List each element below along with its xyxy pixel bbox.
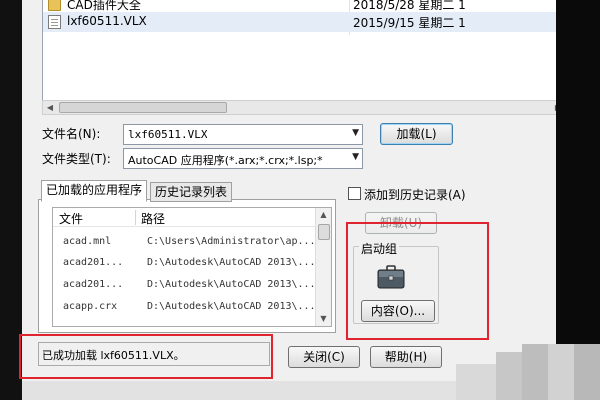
app-file: acad201... — [63, 279, 124, 290]
file-list[interactable]: CAD插件大全 2018/5/28 星期二 1 lxf60511.VLX 201… — [42, 0, 566, 102]
filename-value: lxf60511.VLX — [128, 128, 208, 141]
pixelated-watermark — [456, 364, 496, 400]
file-icon — [48, 15, 61, 29]
list-item[interactable]: acad201... D:\Autodesk\AutoCAD 2013\... — [53, 275, 316, 295]
close-button[interactable]: 关闭(C) — [288, 346, 360, 368]
vertical-scrollbar[interactable]: ▲ ▼ — [315, 208, 331, 326]
pixelated-watermark — [574, 344, 600, 400]
app-path: D:\Autodesk\AutoCAD 2013\... — [147, 301, 316, 312]
horizontal-scrollbar[interactable]: ◀ ▶ — [42, 100, 566, 115]
filetype-combobox[interactable]: AutoCAD 应用程序(*.arx;*.crx;*.lsp;* ▼ — [123, 148, 363, 169]
dropdown-arrow-icon[interactable]: ▼ — [352, 152, 359, 162]
file-row-selected[interactable]: lxf60511.VLX 2015/9/15 星期二 1 — [43, 12, 565, 32]
scrollbar-thumb[interactable] — [318, 224, 330, 240]
filename-combobox[interactable]: lxf60511.VLX ▼ — [123, 124, 363, 145]
scrollbar-thumb[interactable] — [59, 102, 227, 113]
list-header: 文件 路径 — [53, 208, 315, 227]
app-path: D:\Autodesk\AutoCAD 2013\... — [147, 279, 316, 290]
app-file: acad201... — [63, 257, 124, 268]
loaded-applications-list[interactable]: 文件 路径 acad.mnl C:\Users\Administrator\ap… — [52, 207, 332, 327]
tab-history-list[interactable]: 历史记录列表 — [150, 182, 233, 202]
pixelated-watermark — [548, 344, 574, 400]
app-path: C:\Users\Administrator\ap... — [147, 236, 316, 247]
add-to-history-label[interactable]: 添加到历史记录(A) — [364, 186, 466, 203]
filetype-value: AutoCAD 应用程序(*.arx;*.crx;*.lsp;* — [128, 154, 323, 167]
column-header-path[interactable]: 路径 — [141, 210, 165, 227]
help-button[interactable]: 帮助(H) — [370, 346, 442, 368]
list-item[interactable]: acapp.crx D:\Autodesk\AutoCAD 2013\... — [53, 297, 316, 317]
filename-label: 文件名(N): — [42, 127, 101, 141]
folder-icon — [48, 0, 61, 11]
column-divider — [135, 210, 136, 225]
app-file: acad.mnl — [63, 236, 112, 247]
pixelated-watermark — [496, 352, 522, 400]
add-to-history-checkbox[interactable] — [348, 187, 361, 200]
file-date: 2015/9/15 星期二 1 — [353, 16, 466, 30]
scroll-down-icon[interactable]: ▼ — [316, 312, 331, 326]
filetype-label: 文件类型(T): — [42, 152, 111, 166]
file-name: lxf60511.VLX — [67, 14, 147, 28]
app-path: D:\Autodesk\AutoCAD 2013\... — [147, 257, 316, 268]
tab-loaded-applications[interactable]: 已加载的应用程序 — [41, 180, 148, 202]
background-edge — [556, 0, 600, 400]
dropdown-arrow-icon[interactable]: ▼ — [352, 128, 359, 138]
column-header-file[interactable]: 文件 — [59, 210, 83, 227]
list-item[interactable]: acad.mnl C:\Users\Administrator\ap... — [53, 232, 316, 252]
scroll-left-icon[interactable]: ◀ — [43, 101, 57, 114]
app-file: acapp.crx — [63, 301, 118, 312]
list-item[interactable]: acad201... D:\Autodesk\AutoCAD 2013\... — [53, 253, 316, 273]
highlight-box-startup — [346, 222, 489, 340]
highlight-box-status — [19, 334, 273, 379]
scroll-up-icon[interactable]: ▲ — [316, 208, 331, 222]
pixelated-watermark — [522, 344, 548, 400]
load-button[interactable]: 加载(L) — [380, 123, 453, 145]
